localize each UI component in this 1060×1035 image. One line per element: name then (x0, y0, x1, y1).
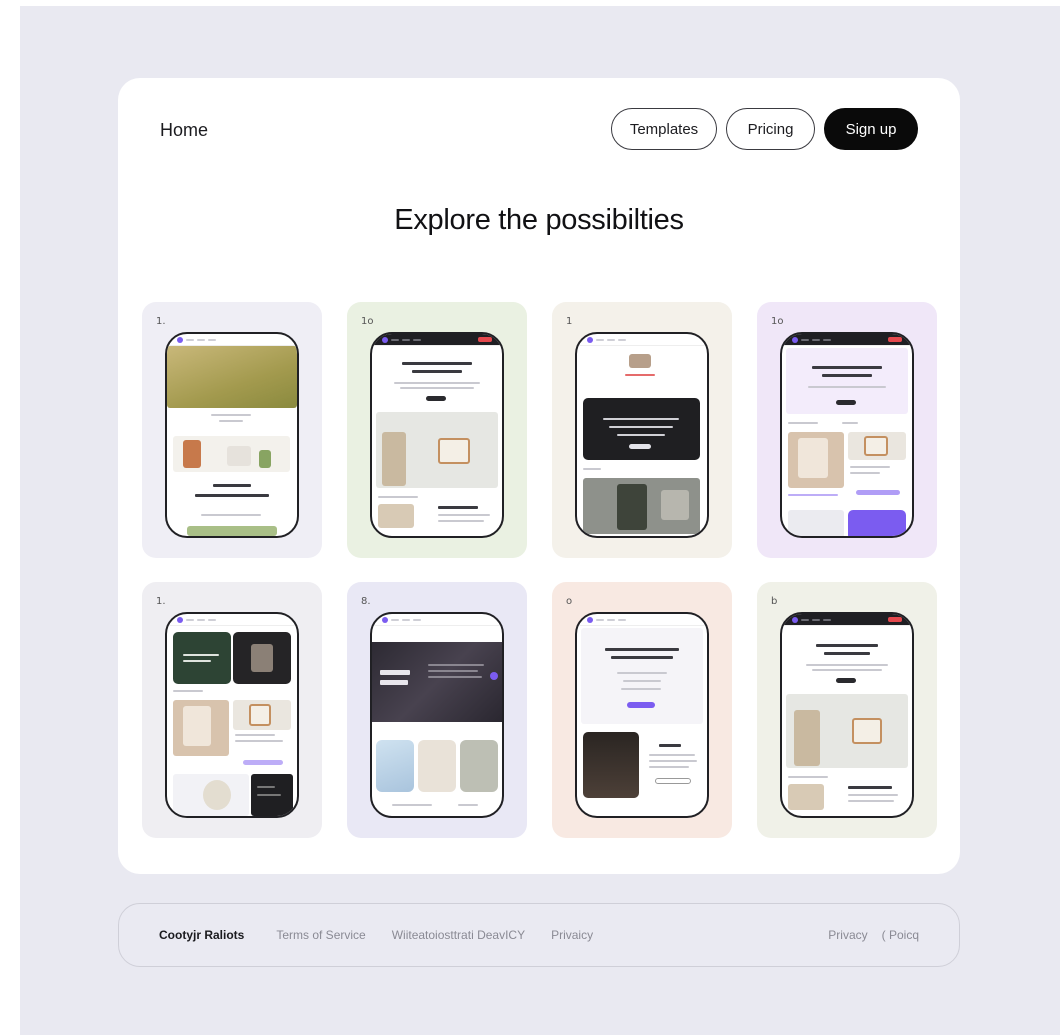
template-preview (370, 612, 504, 818)
template-number: 1. (156, 596, 166, 607)
footer-right-links: Privacy ( Poicq (828, 928, 919, 942)
template-number: 1o (771, 316, 784, 327)
page-title: Explore the possibilties (394, 204, 684, 236)
page-background: Home Templates Pricing Sign up Explore t… (20, 6, 1060, 1035)
footer-privacy-right-link[interactable]: Privacy (828, 928, 867, 942)
template-grid: 1. 1o 1 1o 1. 8. o b (142, 302, 937, 838)
template-card[interactable]: 1o (757, 302, 937, 558)
main-card: Home Templates Pricing Sign up Explore t… (118, 78, 960, 874)
footer-brand: Cootyjr Raliots (159, 928, 245, 942)
footer-terms-link[interactable]: Terms of Service (276, 928, 365, 942)
template-number: 1. (156, 316, 166, 327)
template-card[interactable]: 1. (142, 302, 322, 558)
template-card[interactable]: o (552, 582, 732, 838)
template-number: 8. (361, 596, 371, 607)
top-nav: Templates Pricing Sign up (611, 108, 918, 150)
template-number: 1 (566, 316, 573, 327)
signup-button[interactable]: Sign up (824, 108, 918, 150)
template-preview (370, 332, 504, 538)
footer-policy-link[interactable]: ( Poicq (882, 928, 919, 942)
template-number: o (566, 596, 573, 607)
templates-button[interactable]: Templates (611, 108, 717, 150)
footer-link[interactable]: Wiiteatoiosttrati DeavICY (392, 928, 525, 942)
home-link[interactable]: Home (160, 120, 208, 141)
template-number: b (771, 596, 778, 607)
template-preview (165, 332, 299, 538)
template-preview (165, 612, 299, 818)
template-card[interactable]: b (757, 582, 937, 838)
template-card[interactable]: 8. (347, 582, 527, 838)
template-preview (780, 332, 914, 538)
template-number: 1o (361, 316, 374, 327)
pricing-button[interactable]: Pricing (726, 108, 815, 150)
footer: Cootyjr Raliots Terms of Service Wiiteat… (118, 903, 960, 967)
footer-privacy-link[interactable]: Privaicy (551, 928, 593, 942)
template-card[interactable]: 1 (552, 302, 732, 558)
template-preview (575, 612, 709, 818)
template-card[interactable]: 1o (347, 302, 527, 558)
template-preview (575, 332, 709, 538)
template-preview (780, 612, 914, 818)
template-card[interactable]: 1. (142, 582, 322, 838)
